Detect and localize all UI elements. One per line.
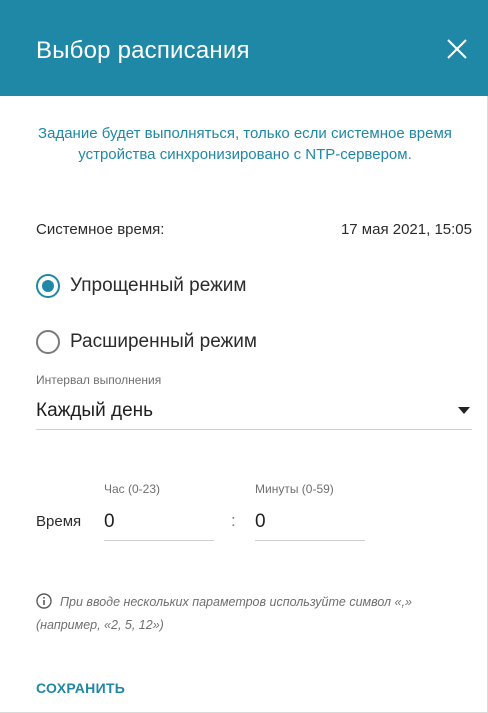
radio-simple-mode[interactable]: Упрощенный режим [36, 274, 246, 298]
dialog-header: Выбор расписания [0, 0, 488, 96]
info-hint-text: При вводе нескольких параметров использу… [36, 595, 412, 632]
minute-input-value: 0 [255, 511, 266, 532]
save-button[interactable]: СОХРАНИТЬ [36, 680, 125, 696]
hour-label: Час (0-23) [104, 482, 161, 496]
hour-input[interactable]: 0 [104, 503, 214, 541]
ntp-notice: Задание будет выполняться, только если с… [38, 125, 452, 163]
minute-label: Минуты (0-59) [255, 482, 334, 496]
system-time-label: Системное время: [36, 221, 165, 238]
dialog-title: Выбор расписания [36, 37, 250, 64]
radio-button-unchecked[interactable] [36, 330, 60, 354]
radio-label-simple: Упрощенный режим [70, 275, 247, 296]
radio-advanced-mode[interactable]: Расширенный режим [36, 330, 257, 354]
close-icon [447, 39, 467, 59]
system-time-value: 17 мая 2021, 15:05 [340, 221, 472, 238]
minute-input[interactable]: 0 [255, 503, 365, 541]
radio-label-advanced: Расширенный режим [70, 331, 257, 352]
close-button[interactable] [444, 36, 470, 62]
info-hint: При вводе нескольких параметров использу… [36, 591, 476, 637]
radio-button-checked[interactable] [36, 274, 60, 298]
hour-input-value: 0 [104, 511, 115, 532]
interval-select-value: Каждый день [36, 400, 154, 421]
schedule-dialog: Выбор расписания Задание будет выполнять… [0, 0, 488, 713]
interval-select[interactable]: Каждый день [36, 394, 472, 430]
interval-label: Интервал выполнения [36, 373, 162, 387]
time-separator: : [231, 511, 236, 530]
time-label: Время [36, 513, 82, 530]
info-icon [36, 593, 52, 609]
chevron-down-icon [458, 407, 470, 414]
